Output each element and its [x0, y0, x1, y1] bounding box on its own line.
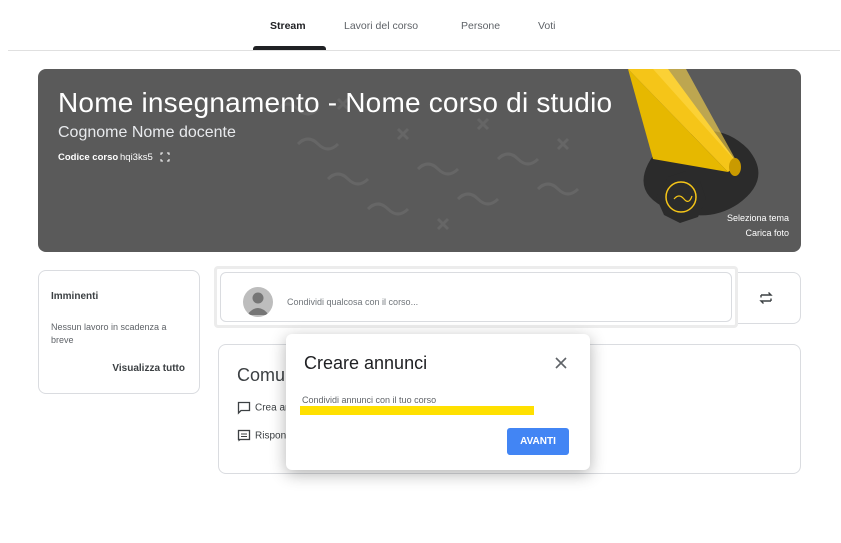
repost-icon[interactable] [757, 289, 775, 307]
close-icon[interactable] [552, 354, 570, 372]
course-code: hqi3ks5 [120, 152, 153, 163]
top-navigation: Stream Lavori del corso Persone Voti [8, 8, 840, 51]
share-placeholder: Condividi qualcosa con il corso... [287, 297, 419, 307]
tab-course-work[interactable]: Lavori del corso [344, 20, 418, 32]
create-announcement-dialog: Creare annunci Condividi annunci con il … [286, 334, 590, 470]
course-banner: Nome insegnamento - Nome corso di studio… [38, 69, 801, 252]
tab-grades[interactable]: Voti [538, 20, 556, 32]
fullscreen-icon[interactable] [160, 152, 170, 162]
reply-label: Rispondi [255, 430, 289, 442]
select-theme-link[interactable]: Seleziona tema [727, 213, 789, 223]
comment-icon [237, 401, 251, 415]
share-box-inner: Condividi qualcosa con il corso... [220, 272, 732, 322]
dialog-title: Creare annunci [304, 353, 428, 373]
teacher-name: Cognome Nome docente [58, 124, 236, 141]
upload-photo-link[interactable]: Carica foto [745, 228, 789, 238]
course-code-label: Codice corso [58, 152, 119, 163]
next-button[interactable]: AVANTI [507, 428, 569, 455]
communicate-title: Comunica [237, 365, 285, 385]
upcoming-card: Imminenti Nessun lavoro in scadenza a br… [38, 270, 200, 394]
create-announcement-label: Crea annuncio [255, 402, 289, 414]
avatar-icon [243, 287, 273, 317]
active-tab-indicator [253, 46, 326, 50]
reply-icon [237, 429, 251, 442]
highlight-marker [300, 406, 534, 415]
tab-people[interactable]: Persone [461, 20, 500, 32]
share-box[interactable]: Condividi qualcosa con il corso... [214, 266, 738, 328]
upcoming-title: Imminenti [51, 291, 99, 302]
reply-row[interactable]: Rispondi [237, 429, 289, 443]
view-all-link[interactable]: Visualizza tutto [112, 363, 185, 374]
dialog-description: Condividi annunci con il tuo corso [302, 395, 437, 405]
classroom-page: Stream Lavori del corso Persone Voti Nom… [8, 8, 840, 543]
upcoming-empty-text: Nessun lavoro in scadenza a breve [51, 322, 167, 345]
course-title: Nome insegnamento - Nome corso di studio [58, 87, 613, 118]
create-announcement-row[interactable]: Crea annuncio [237, 401, 289, 415]
tab-stream[interactable]: Stream [270, 20, 306, 32]
